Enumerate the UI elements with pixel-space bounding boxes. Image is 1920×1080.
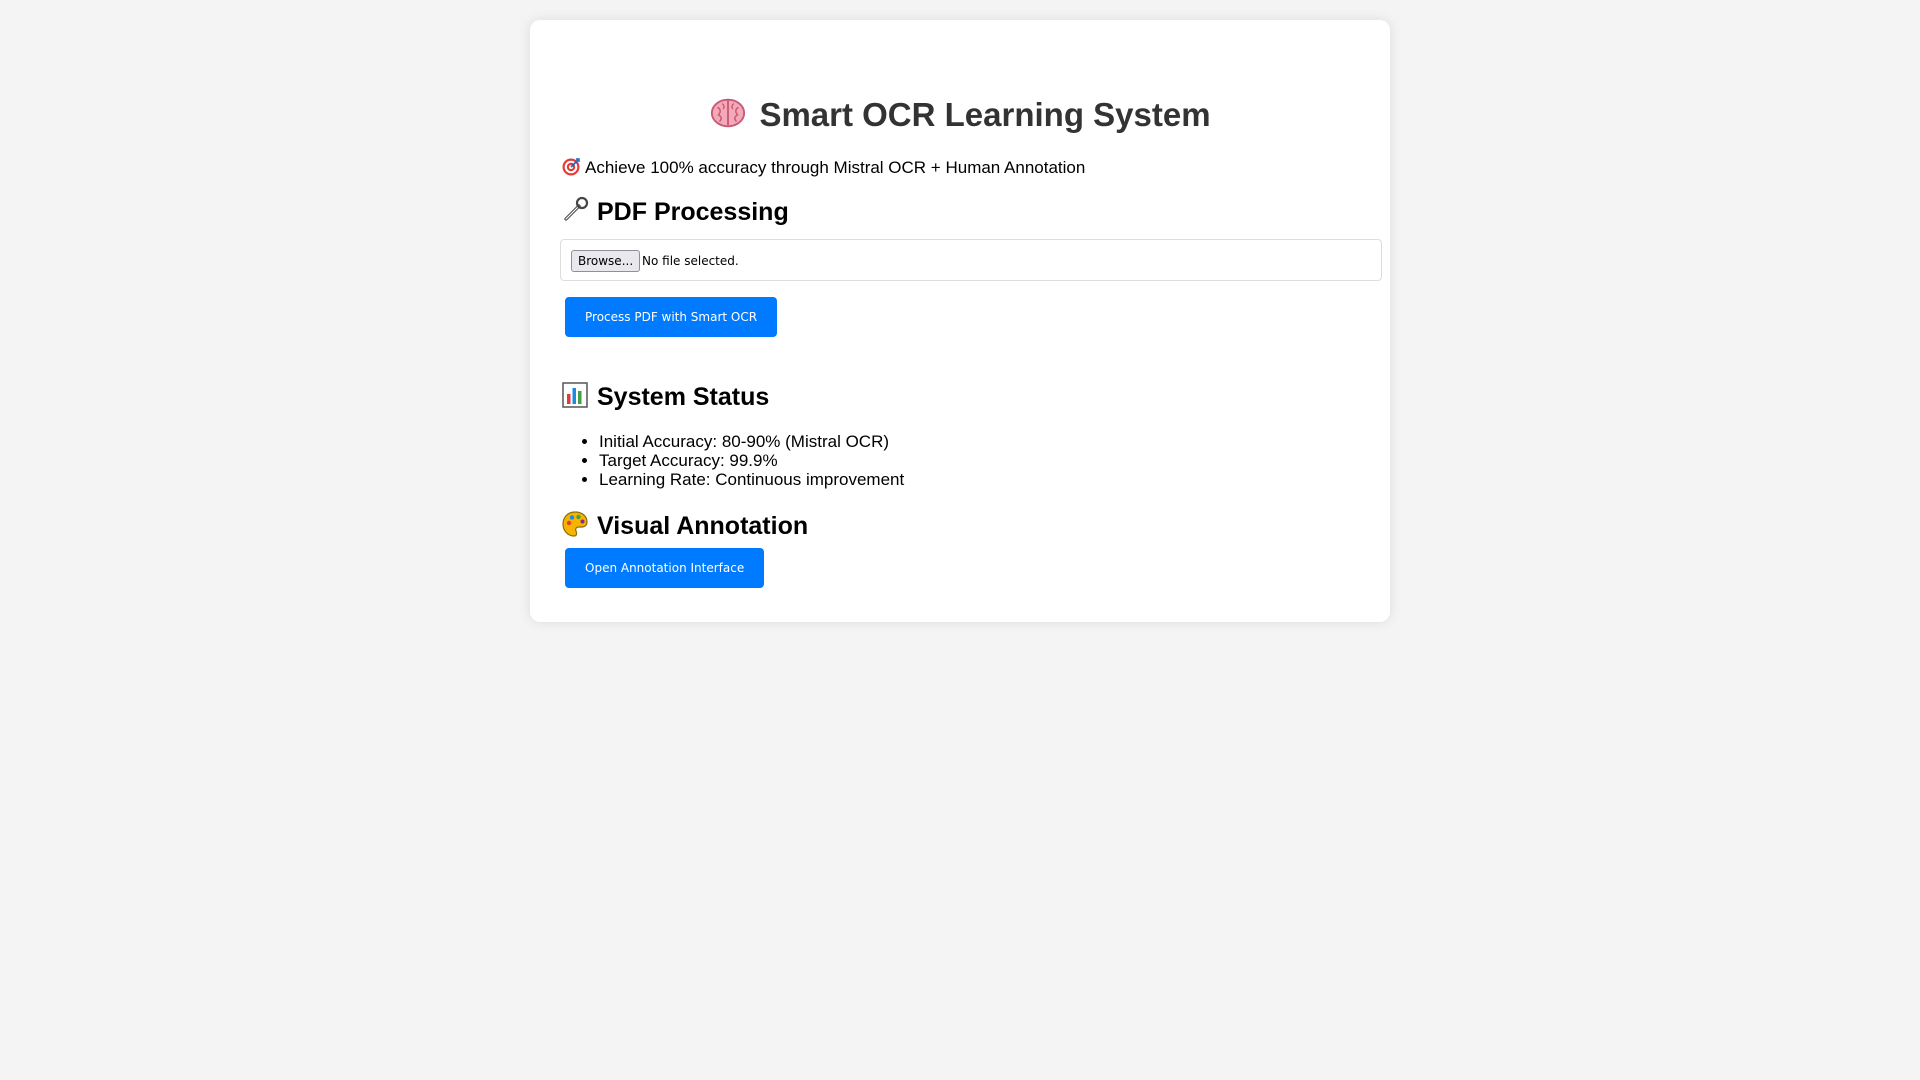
file-upload-field[interactable]: Browse... No file selected.: [560, 239, 1382, 281]
main-card: Smart OCR Learning System Achieve 100% a…: [530, 20, 1390, 622]
list-item: Learning Rate: Continuous improvement: [599, 470, 904, 489]
brain-icon: [709, 94, 747, 132]
pdf-processing-heading: PDF Processing: [561, 196, 789, 228]
file-status-text: No file selected.: [642, 254, 739, 268]
page-title-text: Smart OCR Learning System: [759, 96, 1211, 133]
process-pdf-button[interactable]: Process PDF with Smart OCR: [565, 297, 778, 337]
bar-chart-icon: [561, 381, 589, 409]
system-status-heading: System Status: [561, 381, 769, 413]
target-icon: [561, 157, 581, 177]
tagline: Achieve 100% accuracy through Mistral OC…: [561, 157, 1085, 179]
pdf-processing-heading-text: PDF Processing: [597, 198, 789, 226]
palette-icon: [561, 510, 589, 538]
open-annotation-button[interactable]: Open Annotation Interface: [565, 548, 765, 588]
list-item: Initial Accuracy: 80-90% (Mistral OCR): [599, 432, 904, 451]
page-title: Smart OCR Learning System: [530, 92, 1390, 138]
visual-annotation-heading: Visual Annotation: [561, 510, 808, 542]
status-list: Initial Accuracy: 80-90% (Mistral OCR) T…: [561, 432, 904, 489]
system-status-heading-text: System Status: [597, 383, 770, 411]
wrench-icon: [561, 196, 589, 224]
list-item: Target Accuracy: 99.9%: [599, 451, 904, 470]
tagline-text: Achieve 100% accuracy through Mistral OC…: [585, 158, 1086, 177]
visual-annotation-heading-text: Visual Annotation: [597, 512, 809, 540]
browse-button[interactable]: Browse...: [571, 250, 641, 272]
